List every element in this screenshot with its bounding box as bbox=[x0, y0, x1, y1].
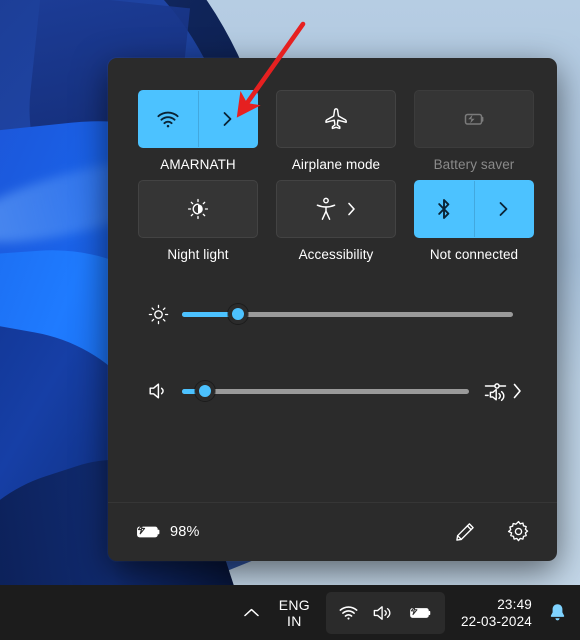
volume-mixer-icon[interactable] bbox=[483, 379, 508, 403]
quick-settings-panel: AMARNATH Airplane mode Battery saver Nig… bbox=[108, 58, 557, 561]
clock-button[interactable]: 23:49 22-03-2024 bbox=[451, 593, 542, 633]
clock-time: 23:49 bbox=[497, 596, 532, 612]
tray-battery-charging-icon bbox=[407, 604, 433, 622]
quick-tile-label-accessibility: Accessibility bbox=[298, 247, 374, 262]
quick-settings-tile-grid: AMARNATH Airplane mode Battery saver Nig… bbox=[108, 58, 557, 262]
volume-slider-row bbox=[138, 365, 527, 417]
show-hidden-icons-button[interactable] bbox=[235, 593, 269, 633]
tile-cell-accessibility: Accessibility bbox=[276, 180, 396, 262]
tile-cell-night-light: Night light bbox=[138, 180, 258, 262]
volume-tail-controls bbox=[469, 379, 527, 403]
clock-date: 22-03-2024 bbox=[460, 613, 532, 629]
quick-tile-label-night-light: Night light bbox=[167, 247, 229, 262]
quick-tile-label-airplane-mode: Airplane mode bbox=[291, 157, 381, 172]
quick-tile-label-bluetooth: Not connected bbox=[429, 247, 519, 262]
tray-wifi-icon bbox=[338, 604, 359, 621]
accessibility-icon bbox=[315, 197, 337, 221]
notification-center-button[interactable] bbox=[542, 593, 572, 633]
all-settings-button[interactable] bbox=[501, 515, 535, 549]
brightness-slider-thumb[interactable] bbox=[228, 304, 249, 324]
chevron-right-icon bbox=[497, 200, 510, 218]
brightness-slider-track[interactable] bbox=[182, 304, 513, 324]
volume-icon bbox=[138, 381, 182, 401]
battery-saver-icon bbox=[461, 110, 487, 128]
quick-tile-label-wifi: AMARNATH bbox=[160, 157, 236, 172]
quick-tile-label-battery-saver: Battery saver bbox=[433, 157, 515, 172]
volume-slider-thumb[interactable] bbox=[194, 381, 215, 401]
battery-charging-icon bbox=[134, 522, 162, 542]
taskbar: ENG IN 23:49 22-03-2024 bbox=[0, 585, 580, 640]
brightness-icon bbox=[138, 304, 182, 325]
quick-settings-sliders bbox=[108, 262, 557, 417]
brightness-slider-row bbox=[138, 288, 527, 340]
language-indicator[interactable]: ENG IN bbox=[269, 593, 320, 633]
wifi-expand-button[interactable] bbox=[197, 91, 257, 147]
quick-tile-accessibility[interactable] bbox=[276, 180, 396, 238]
tile-cell-bluetooth: Not connected bbox=[414, 180, 534, 262]
gear-icon bbox=[507, 520, 530, 543]
tray-volume-icon bbox=[372, 604, 394, 622]
system-tray-button[interactable] bbox=[325, 591, 445, 634]
tile-cell-airplane-mode: Airplane mode bbox=[276, 90, 396, 172]
language-line-2: IN bbox=[287, 612, 302, 629]
bluetooth-expand-button[interactable] bbox=[473, 181, 533, 237]
battery-percentage: 98% bbox=[170, 523, 200, 540]
quick-tile-airplane-mode[interactable] bbox=[276, 90, 396, 148]
quick-tile-battery-saver[interactable] bbox=[414, 90, 534, 148]
quick-tile-wifi[interactable] bbox=[138, 90, 258, 148]
chevron-right-icon bbox=[221, 110, 234, 128]
quick-settings-footer: 98% bbox=[108, 502, 557, 561]
language-line-1: ENG bbox=[278, 596, 310, 613]
quick-tile-bluetooth[interactable] bbox=[414, 180, 534, 238]
quick-tile-night-light[interactable] bbox=[138, 180, 258, 238]
pencil-icon bbox=[454, 521, 476, 543]
edit-quick-settings-button[interactable] bbox=[448, 515, 482, 549]
volume-mixer-chevron-icon[interactable] bbox=[511, 381, 523, 401]
tile-cell-battery-saver: Battery saver bbox=[414, 90, 534, 172]
airplane-icon bbox=[324, 107, 348, 131]
volume-slider-track[interactable] bbox=[182, 381, 469, 401]
chevron-up-icon bbox=[243, 607, 260, 619]
bell-icon bbox=[549, 603, 566, 622]
night-light-icon bbox=[187, 198, 209, 220]
wifi-toggle-area[interactable] bbox=[139, 91, 198, 147]
tile-cell-wifi: AMARNATH bbox=[138, 90, 258, 172]
accessibility-expand-chevron-icon[interactable] bbox=[346, 201, 357, 217]
bluetooth-toggle-area[interactable] bbox=[415, 181, 474, 237]
wifi-icon bbox=[156, 109, 180, 129]
battery-status: 98% bbox=[134, 522, 200, 542]
bluetooth-icon bbox=[435, 197, 453, 221]
